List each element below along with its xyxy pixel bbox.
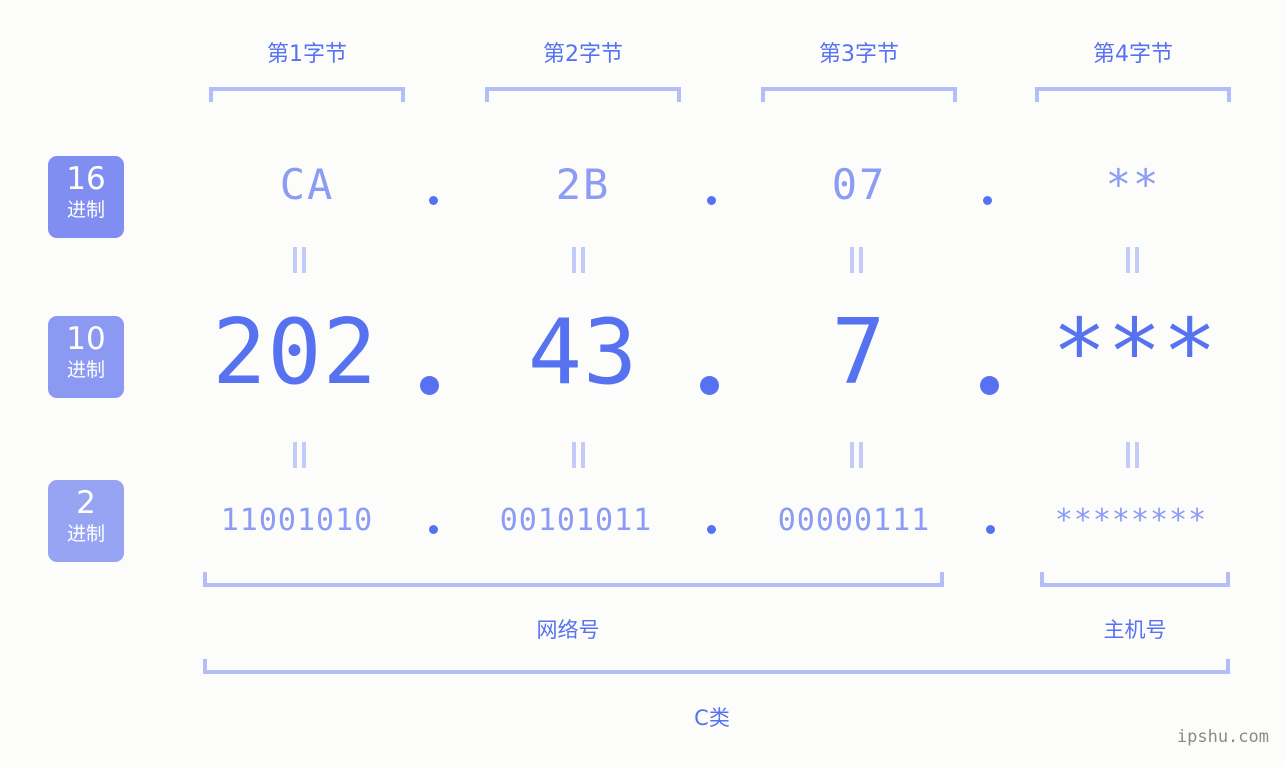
base-badge-10-unit: 进制 — [66, 359, 105, 381]
binary-byte-2: 00101011 — [499, 503, 653, 538]
hex-separator-dot-3 — [983, 196, 992, 205]
decimal-separator-dot-2 — [700, 376, 719, 395]
byte-bracket-3 — [761, 87, 957, 102]
hex-byte-1: CA — [279, 160, 335, 209]
base-badge-16-number: 16 — [66, 161, 106, 197]
decimal-byte-3: 7 — [831, 300, 887, 405]
byte-header-2: 第2字节 — [543, 42, 623, 67]
host-bracket — [1040, 572, 1230, 587]
class-bracket — [203, 659, 1230, 674]
binary-separator-dot-2 — [707, 525, 716, 534]
binary-byte-1: 11001010 — [220, 503, 374, 538]
decimal-byte-4: *** — [1052, 300, 1218, 405]
decimal-separator-dot-1 — [420, 376, 439, 395]
equals-mark-hex-dec-2 — [572, 247, 586, 273]
hex-separator-dot-2 — [707, 196, 716, 205]
network-label: 网络号 — [536, 618, 600, 642]
ip-breakdown-diagram: 第1字节 第2字节 第3字节 第4字节 16 进制 10 进制 2 进制 CA … — [0, 0, 1285, 767]
watermark: ipshu.com — [1176, 727, 1269, 747]
base-badge-16: 16 进制 — [48, 156, 124, 238]
equals-mark-hex-dec-3 — [850, 247, 864, 273]
byte-header-3: 第3字节 — [819, 42, 899, 67]
decimal-byte-2: 43 — [527, 300, 639, 405]
network-bracket — [203, 572, 944, 587]
binary-separator-dot-3 — [986, 525, 995, 534]
equals-mark-dec-bin-2 — [572, 442, 586, 468]
byte-bracket-1 — [209, 87, 405, 102]
decimal-byte-1: 202 — [212, 300, 378, 405]
equals-mark-dec-bin-3 — [850, 442, 864, 468]
host-label: 主机号 — [1103, 618, 1167, 642]
base-badge-2-unit: 进制 — [66, 523, 105, 545]
base-badge-2-number: 2 — [76, 485, 96, 521]
equals-mark-hex-dec-4 — [1126, 247, 1140, 273]
class-label: C类 — [694, 706, 730, 730]
binary-byte-4: ******** — [1054, 503, 1208, 538]
equals-mark-hex-dec-1 — [293, 247, 307, 273]
base-badge-10-number: 10 — [66, 321, 106, 357]
base-badge-10: 10 进制 — [48, 316, 124, 398]
binary-separator-dot-1 — [429, 525, 438, 534]
byte-header-4: 第4字节 — [1093, 42, 1173, 67]
hex-separator-dot-1 — [429, 196, 438, 205]
equals-mark-dec-bin-1 — [293, 442, 307, 468]
base-badge-16-unit: 进制 — [66, 199, 105, 221]
decimal-separator-dot-3 — [980, 376, 999, 395]
byte-bracket-4 — [1035, 87, 1231, 102]
hex-byte-2: 2B — [555, 160, 611, 209]
byte-header-1: 第1字节 — [267, 42, 347, 67]
binary-byte-3: 00000111 — [777, 503, 931, 538]
hex-byte-4: ** — [1105, 160, 1161, 209]
byte-bracket-2 — [485, 87, 681, 102]
equals-mark-dec-bin-4 — [1126, 442, 1140, 468]
base-badge-2: 2 进制 — [48, 480, 124, 562]
hex-byte-3: 07 — [831, 160, 887, 209]
